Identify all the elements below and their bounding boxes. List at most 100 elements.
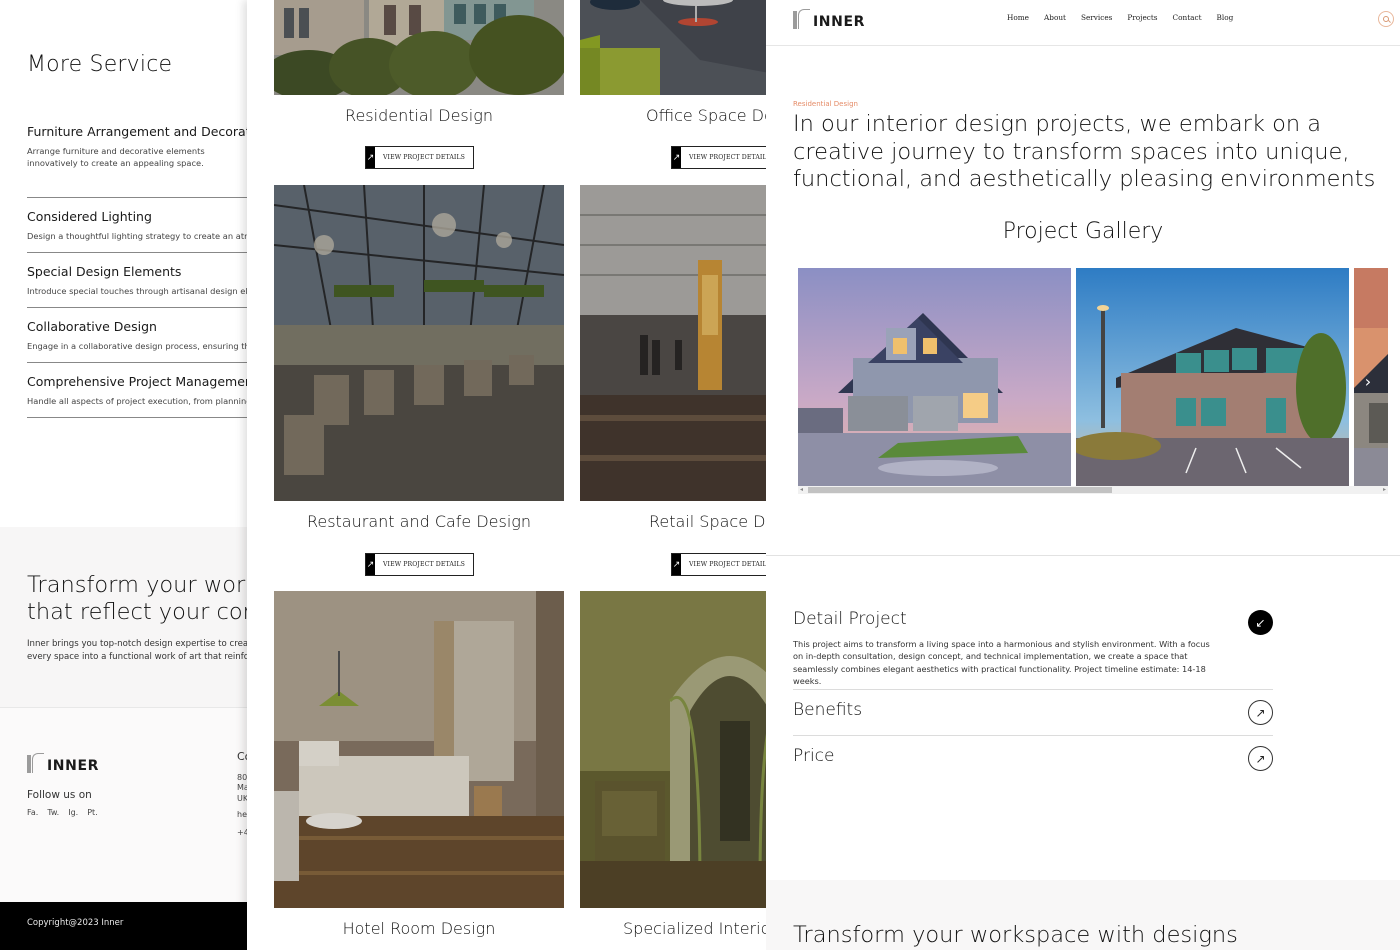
footer-contact: Co 80 Ma UK he +4 bbox=[237, 752, 247, 838]
arrow-up-right-icon: ↗ bbox=[366, 554, 375, 575]
cta-title-line: Transform your workspace with designs bbox=[27, 572, 247, 598]
project-title: Specialized Interior Design bbox=[623, 919, 766, 938]
project-detail-page-panel: INNER Home About Services Projects Conta… bbox=[766, 0, 1400, 950]
view-project-details-button[interactable]: ↗ VIEW PROJECT DETAILS bbox=[365, 146, 474, 169]
contact-title: Co bbox=[237, 752, 247, 763]
accordion-body: This project aims to transform a living … bbox=[793, 639, 1210, 687]
cta-title: Transform your workspace with designs th… bbox=[27, 572, 247, 626]
main-menu: Home About Services Projects Contact Blo… bbox=[1007, 13, 1248, 22]
search-icon bbox=[1383, 16, 1389, 22]
gallery-image-house[interactable] bbox=[798, 268, 1071, 486]
gallery-title: Project Gallery bbox=[1002, 219, 1164, 244]
cta-title: Transform your workspace with designs bbox=[793, 922, 1238, 948]
contact-email[interactable]: he bbox=[237, 810, 247, 821]
nav-blog[interactable]: Blog bbox=[1217, 13, 1234, 22]
scroll-right-arrow-icon[interactable]: ▸ bbox=[1383, 486, 1386, 494]
contact-phone[interactable]: +4 bbox=[237, 828, 247, 839]
social-link-instagram[interactable]: Ig. bbox=[68, 808, 78, 817]
nav-projects[interactable]: Projects bbox=[1127, 13, 1157, 22]
divider bbox=[27, 362, 247, 363]
accordion-title: Benefits bbox=[793, 700, 863, 720]
projects-page-panel: Residential Design ↗ VIEW PROJECT DETAIL… bbox=[247, 0, 766, 950]
accordion-item-benefits[interactable]: Benefits ↗ bbox=[793, 700, 1273, 725]
chevron-right-icon: › bbox=[1364, 372, 1372, 391]
project-title: Hotel Room Design bbox=[342, 919, 496, 938]
project-image-specialized[interactable] bbox=[580, 591, 766, 908]
arrow-up-right-icon: ↗ bbox=[366, 147, 375, 168]
social-links: Fa. Tw. Ig. Pt. bbox=[27, 808, 98, 817]
service-title: Collaborative Design bbox=[27, 319, 157, 334]
copyright-text: Copyright@2023 Inner bbox=[27, 918, 124, 928]
site-logo[interactable]: INNER bbox=[793, 9, 865, 29]
service-item[interactable]: Considered Lighting Design a thoughtful … bbox=[27, 209, 247, 242]
project-image-office[interactable] bbox=[580, 0, 766, 95]
search-button[interactable] bbox=[1378, 11, 1394, 27]
accordion-toggle-button[interactable]: ↗ bbox=[1248, 700, 1273, 725]
nav-contact[interactable]: Contact bbox=[1173, 13, 1202, 22]
accordion-title: Price bbox=[793, 746, 835, 766]
logo-mark-icon bbox=[793, 9, 811, 29]
service-title: Comprehensive Project Management bbox=[27, 374, 247, 389]
cta-text-line: every space into a functional work of ar… bbox=[27, 652, 247, 662]
contact-line: UK bbox=[237, 793, 247, 803]
nav-services[interactable]: Services bbox=[1081, 13, 1112, 22]
logo-wordmark: INNER bbox=[47, 758, 99, 774]
logo-mark-icon bbox=[27, 753, 45, 773]
accordion-title: Detail Project bbox=[793, 609, 907, 629]
view-project-details-button[interactable]: ↗ VIEW PROJECT DETAILS bbox=[671, 553, 766, 576]
service-description: Engage in a collaborative design process… bbox=[27, 341, 247, 351]
arrow-up-right-icon: ↗ bbox=[672, 147, 681, 168]
social-link-facebook[interactable]: Fa. bbox=[27, 808, 38, 817]
accordion-toggle-button[interactable]: ↙ bbox=[1248, 610, 1273, 635]
cta-text-line: Inner brings you top-notch design expert… bbox=[27, 639, 247, 649]
project-headline: In our interior design projects, we emba… bbox=[793, 111, 1376, 192]
social-link-pinterest[interactable]: Pt. bbox=[87, 808, 98, 817]
nav-home[interactable]: Home bbox=[1007, 13, 1029, 22]
logo-wordmark: INNER bbox=[813, 14, 865, 30]
arrow-down-left-icon: ↙ bbox=[1255, 615, 1266, 630]
gallery-next-button[interactable]: › bbox=[1361, 372, 1375, 392]
cta-text: Inner brings you top-notch design expert… bbox=[27, 638, 247, 664]
divider bbox=[793, 689, 1273, 690]
nav-about[interactable]: About bbox=[1044, 13, 1066, 22]
project-image-retail[interactable] bbox=[580, 185, 766, 501]
service-item[interactable]: Collaborative Design Engage in a collabo… bbox=[27, 319, 247, 352]
accordion-toggle-button[interactable]: ↗ bbox=[1248, 746, 1273, 771]
accordion-item-price[interactable]: Price ↗ bbox=[793, 746, 1273, 771]
project-image-residential[interactable] bbox=[274, 0, 564, 95]
service-description: Arrange furniture and decorative element… bbox=[27, 146, 205, 168]
service-title: Furniture Arrangement and Decoration bbox=[27, 124, 247, 139]
service-item[interactable]: Special Design Elements Introduce specia… bbox=[27, 264, 247, 297]
service-item[interactable]: Comprehensive Project Management Handle … bbox=[27, 374, 247, 407]
accordion-item-detail-project[interactable]: Detail Project This project aims to tran… bbox=[793, 609, 1273, 688]
service-item[interactable]: Furniture Arrangement and Decoration Arr… bbox=[27, 124, 247, 169]
project-image-hotel[interactable] bbox=[274, 591, 564, 908]
scrollbar-thumb[interactable] bbox=[808, 487, 1112, 493]
footer-logo[interactable]: INNER bbox=[27, 753, 99, 773]
services-page-panel: More Service Furniture Arrangement and D… bbox=[0, 0, 247, 950]
screenshot-collage: More Service Furniture Arrangement and D… bbox=[0, 0, 1400, 950]
project-gallery[interactable] bbox=[798, 268, 1388, 486]
service-title: Special Design Elements bbox=[27, 264, 182, 279]
cta-title-line: that reflect your company bbox=[27, 599, 247, 625]
gallery-scrollbar[interactable]: ◂ ▸ bbox=[798, 486, 1388, 494]
project-image-restaurant[interactable] bbox=[274, 185, 564, 501]
more-service-title: More Service bbox=[27, 52, 173, 77]
project-title: Residential Design bbox=[345, 106, 493, 125]
view-project-details-button[interactable]: ↗ VIEW PROJECT DETAILS bbox=[365, 553, 474, 576]
contact-line: 80 bbox=[237, 772, 247, 782]
service-description: Introduce special touches through artisa… bbox=[27, 286, 247, 296]
social-link-twitter[interactable]: Tw. bbox=[47, 808, 59, 817]
divider bbox=[27, 197, 247, 198]
divider bbox=[27, 307, 247, 308]
divider bbox=[27, 417, 247, 418]
service-description: Handle all aspects of project execution,… bbox=[27, 396, 247, 406]
follow-label: Follow us on bbox=[27, 789, 92, 801]
scroll-left-arrow-icon[interactable]: ◂ bbox=[800, 486, 803, 494]
service-title: Considered Lighting bbox=[27, 209, 152, 224]
gallery-image-office-building[interactable] bbox=[1076, 268, 1349, 486]
navbar: INNER Home About Services Projects Conta… bbox=[766, 0, 1400, 46]
arrow-up-right-icon: ↗ bbox=[672, 554, 681, 575]
view-project-details-button[interactable]: ↗ VIEW PROJECT DETAILS bbox=[671, 146, 766, 169]
arrow-up-right-icon: ↗ bbox=[1255, 751, 1266, 766]
